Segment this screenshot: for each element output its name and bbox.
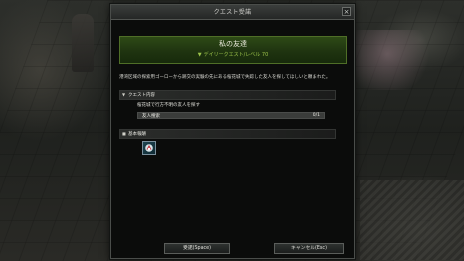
quest-type-line: ▼ デイリークエスト/レベル 70 — [120, 51, 346, 58]
section-label-quest-content: クエスト内容 — [128, 93, 155, 98]
reward-bullet-icon: ■ — [122, 131, 126, 136]
quest-banner: 私の友達 ▼ デイリークエスト/レベル 70 — [119, 36, 347, 64]
player-character — [72, 14, 94, 72]
section-header-quest-content[interactable]: ▼ クエスト内容 — [119, 90, 336, 100]
blossom-tree — [355, 30, 435, 90]
quest-accept-dialog: クエスト受諾 × 私の友達 ▼ デイリークエスト/レベル 70 港湾区域の探索用ゴ… — [110, 4, 355, 259]
section-label-reward: 基本報酬 — [128, 132, 146, 137]
dialog-titlebar[interactable]: クエスト受諾 × — [111, 5, 354, 20]
section-header-reward: ■ 基本報酬 — [119, 129, 336, 139]
triangle-down-icon: ▼ — [197, 52, 202, 58]
reward-item-graphic — [145, 144, 153, 152]
quest-description: 港湾区域の探索用ゴーローから跡交の実験の先にある桜花城で失踪した友人を探してほし… — [119, 75, 331, 80]
quest-type-label: デイリークエスト/レベル 70 — [203, 52, 269, 58]
dialog-footer: 受諾(Space) キャンセル(Esc) — [111, 243, 354, 255]
quest-name: 私の友達 — [219, 40, 247, 48]
objective-progress-bar: 友人捜索 0/1 — [137, 112, 325, 119]
dialog-title: クエスト受諾 — [213, 9, 252, 16]
cancel-button[interactable]: キャンセル(Esc) — [274, 243, 344, 254]
progress-label: 友人捜索 — [142, 114, 160, 119]
progress-count: 0/1 — [312, 113, 320, 118]
reward-item-icon[interactable] — [142, 141, 156, 155]
collapse-arrow-icon: ▼ — [122, 92, 126, 97]
objective-text: 桜花城で行方不明の友人を探す — [137, 103, 200, 108]
building-roof — [360, 180, 464, 260]
close-icon: × — [343, 8, 350, 16]
close-button[interactable]: × — [342, 7, 351, 16]
accept-button[interactable]: 受諾(Space) — [164, 243, 230, 254]
